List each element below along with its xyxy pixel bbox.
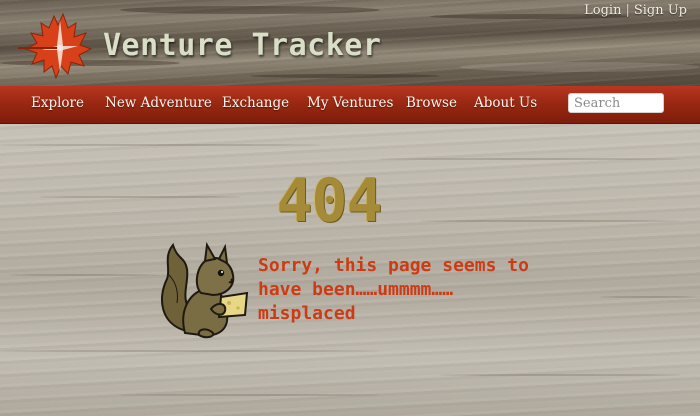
site-title[interactable]: Venture Tracker bbox=[103, 28, 381, 63]
error-message-line: Sorry, this page seems to bbox=[258, 255, 529, 276]
login-link[interactable]: Login bbox=[584, 3, 621, 18]
nav-about-us[interactable]: About Us bbox=[474, 95, 537, 111]
squirrel-illustration bbox=[160, 241, 249, 339]
nav-explore[interactable]: Explore bbox=[31, 95, 84, 111]
signup-link[interactable]: Sign Up bbox=[634, 3, 687, 18]
error-message-line: misplaced bbox=[258, 303, 356, 324]
error-message-line: have been……ummmm…… bbox=[258, 279, 454, 300]
auth-links: Login | Sign Up bbox=[584, 2, 687, 20]
nav-new-adventure[interactable]: New Adventure bbox=[105, 95, 212, 111]
nav-browse[interactable]: Browse bbox=[406, 95, 457, 111]
maple-leaf-compass-icon[interactable] bbox=[16, 12, 96, 80]
nav-my-ventures[interactable]: My Ventures bbox=[307, 95, 393, 111]
error-message: Sorry, this page seems to have been……umm… bbox=[258, 254, 598, 326]
site-header: Login | Sign Up Venture Tracker bbox=[0, 0, 700, 86]
nav-exchange[interactable]: Exchange bbox=[222, 95, 289, 111]
error-content: 404 Sorry, this page seems to have been…… bbox=[0, 124, 700, 416]
main-nav: Explore New Adventure Exchange My Ventur… bbox=[0, 86, 700, 124]
auth-separator: | bbox=[625, 3, 630, 18]
search-input[interactable] bbox=[568, 93, 664, 113]
error-code: 404 bbox=[276, 166, 382, 236]
